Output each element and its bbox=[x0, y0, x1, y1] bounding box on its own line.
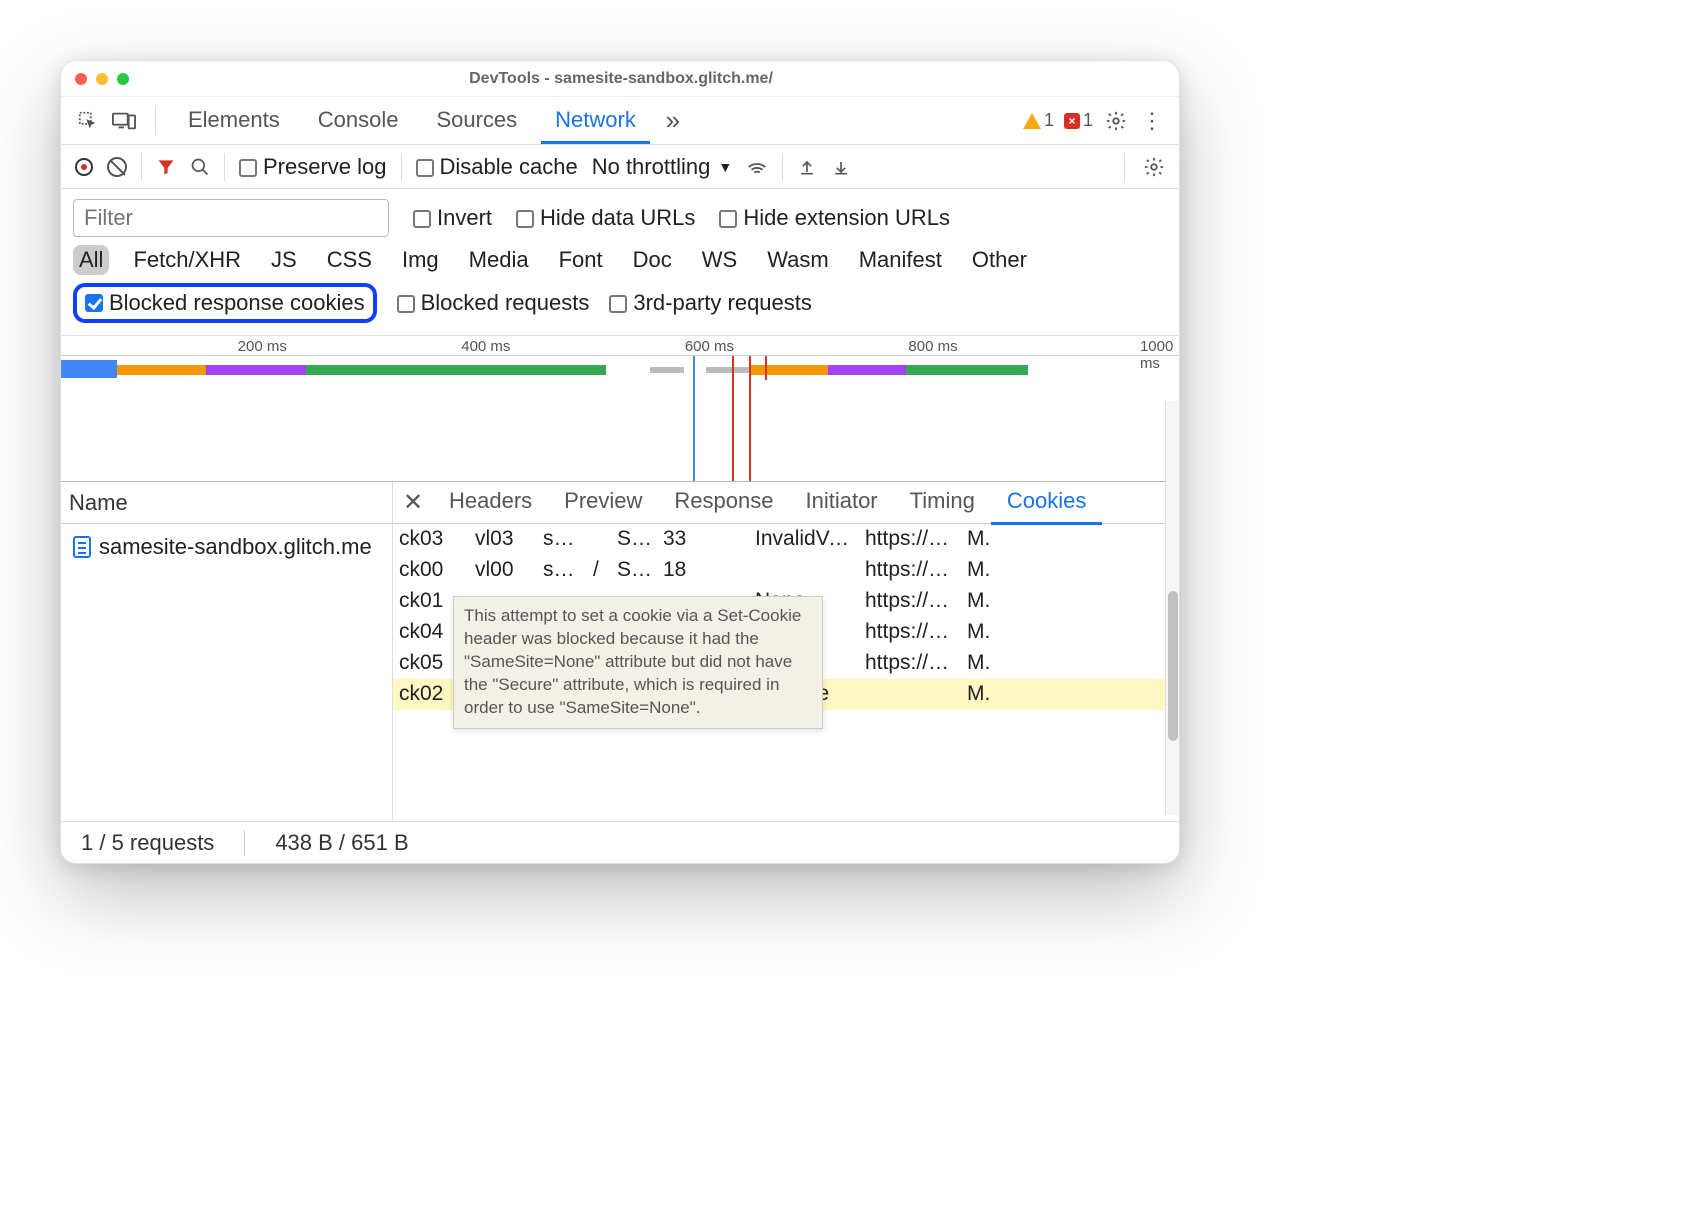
tab-network[interactable]: Network bbox=[541, 97, 650, 144]
network-conditions-icon[interactable] bbox=[746, 156, 768, 178]
disable-cache-checkbox[interactable]: Disable cache bbox=[416, 154, 578, 180]
request-name: samesite-sandbox.glitch.me bbox=[99, 534, 372, 560]
detail-tab-timing[interactable]: Timing bbox=[894, 480, 991, 525]
detail-tab-response[interactable]: Response bbox=[658, 480, 789, 525]
title-bar: DevTools - samesite-sandbox.glitch.me/ bbox=[61, 61, 1179, 97]
upload-har-icon[interactable] bbox=[797, 156, 817, 178]
close-window-button[interactable] bbox=[75, 73, 87, 85]
type-manifest[interactable]: Manifest bbox=[853, 245, 948, 275]
chevron-down-icon: ▼ bbox=[718, 159, 732, 175]
hide-data-urls-checkbox[interactable]: Hide data URLs bbox=[516, 205, 695, 231]
tab-sources[interactable]: Sources bbox=[422, 97, 531, 144]
detail-tab-cookies[interactable]: Cookies bbox=[991, 480, 1102, 525]
type-other[interactable]: Other bbox=[966, 245, 1033, 275]
settings-icon[interactable] bbox=[1103, 108, 1129, 134]
cookies-table: ck03vl03s…S…33InvalidVa…https://…M.ck00v… bbox=[393, 524, 1179, 821]
maximize-window-button[interactable] bbox=[117, 73, 129, 85]
network-settings-icon[interactable] bbox=[1143, 156, 1165, 178]
type-doc[interactable]: Doc bbox=[627, 245, 678, 275]
request-row[interactable]: samesite-sandbox.glitch.me bbox=[69, 530, 384, 564]
type-wasm[interactable]: Wasm bbox=[761, 245, 835, 275]
close-detail-icon[interactable]: ✕ bbox=[393, 488, 433, 517]
type-js[interactable]: JS bbox=[265, 245, 303, 275]
search-icon[interactable] bbox=[190, 157, 210, 177]
request-list: samesite-sandbox.glitch.me bbox=[61, 524, 392, 821]
request-list-pane: Name samesite-sandbox.glitch.me bbox=[61, 482, 393, 821]
main-tab-bar: Elements Console Sources Network » 1 ×1 … bbox=[61, 97, 1179, 145]
type-ws[interactable]: WS bbox=[696, 245, 743, 275]
type-css[interactable]: CSS bbox=[321, 245, 378, 275]
type-media[interactable]: Media bbox=[463, 245, 535, 275]
download-har-icon[interactable] bbox=[831, 156, 851, 178]
cookie-blocked-tooltip: This attempt to set a cookie via a Set-C… bbox=[453, 596, 823, 729]
request-detail-pane: ✕ Headers Preview Response Initiator Tim… bbox=[393, 482, 1179, 821]
filter-icon[interactable] bbox=[156, 157, 176, 177]
scrollbar-thumb[interactable] bbox=[1168, 591, 1178, 741]
blocked-response-cookies-checkbox[interactable]: Blocked response cookies bbox=[73, 283, 377, 323]
device-icon[interactable] bbox=[111, 108, 137, 134]
detail-tab-preview[interactable]: Preview bbox=[548, 480, 658, 525]
request-area: Name samesite-sandbox.glitch.me ✕ Header… bbox=[61, 482, 1179, 821]
errors-badge[interactable]: ×1 bbox=[1064, 110, 1093, 131]
kebab-icon[interactable]: ⋮ bbox=[1139, 108, 1165, 134]
minimize-window-button[interactable] bbox=[96, 73, 108, 85]
type-fetchxhr[interactable]: Fetch/XHR bbox=[127, 245, 247, 275]
type-all[interactable]: All bbox=[73, 245, 109, 275]
name-column-header[interactable]: Name bbox=[61, 482, 392, 524]
record-button[interactable] bbox=[75, 158, 93, 176]
throttling-select[interactable]: No throttling▼ bbox=[592, 154, 732, 180]
detail-tab-initiator[interactable]: Initiator bbox=[789, 480, 893, 525]
detail-tab-headers[interactable]: Headers bbox=[433, 480, 548, 525]
filter-bar: Invert Hide data URLs Hide extension URL… bbox=[61, 189, 1179, 336]
tab-console[interactable]: Console bbox=[304, 97, 413, 144]
status-bar: 1 / 5 requests 438 B / 651 B bbox=[61, 821, 1179, 863]
transfer-size: 438 B / 651 B bbox=[275, 830, 408, 856]
preserve-log-checkbox[interactable]: Preserve log bbox=[239, 154, 387, 180]
window-controls bbox=[75, 73, 129, 85]
hide-extension-urls-checkbox[interactable]: Hide extension URLs bbox=[719, 205, 950, 231]
time-ruler: 200 ms 400 ms 600 ms 800 ms 1000 ms bbox=[61, 336, 1179, 356]
warnings-badge[interactable]: 1 bbox=[1023, 110, 1054, 131]
devtools-window: DevTools - samesite-sandbox.glitch.me/ E… bbox=[60, 60, 1180, 864]
error-icon: × bbox=[1064, 113, 1080, 129]
request-count: 1 / 5 requests bbox=[81, 830, 214, 856]
third-party-requests-checkbox[interactable]: 3rd-party requests bbox=[609, 290, 812, 316]
document-icon bbox=[73, 536, 91, 558]
filter-input[interactable] bbox=[73, 199, 389, 237]
network-toolbar: Preserve log Disable cache No throttling… bbox=[61, 145, 1179, 189]
blocked-requests-checkbox[interactable]: Blocked requests bbox=[397, 290, 590, 316]
detail-tab-bar: ✕ Headers Preview Response Initiator Tim… bbox=[393, 482, 1179, 524]
invert-checkbox[interactable]: Invert bbox=[413, 205, 492, 231]
more-tabs-icon[interactable]: » bbox=[660, 108, 686, 134]
tab-elements[interactable]: Elements bbox=[174, 97, 294, 144]
clear-button[interactable] bbox=[107, 157, 127, 177]
cookie-row[interactable]: ck03vl03s…S…33InvalidVa…https://…M. bbox=[393, 524, 1179, 555]
window-title: DevTools - samesite-sandbox.glitch.me/ bbox=[129, 70, 1165, 88]
inspect-icon[interactable] bbox=[75, 108, 101, 134]
type-img[interactable]: Img bbox=[396, 245, 445, 275]
scrollbar[interactable] bbox=[1165, 401, 1179, 815]
type-font[interactable]: Font bbox=[553, 245, 609, 275]
timeline-overview[interactable]: 200 ms 400 ms 600 ms 800 ms 1000 ms bbox=[61, 336, 1179, 482]
warning-icon bbox=[1023, 113, 1041, 129]
cookie-row[interactable]: ck00vl00s…/S…18https://…M. bbox=[393, 555, 1179, 586]
